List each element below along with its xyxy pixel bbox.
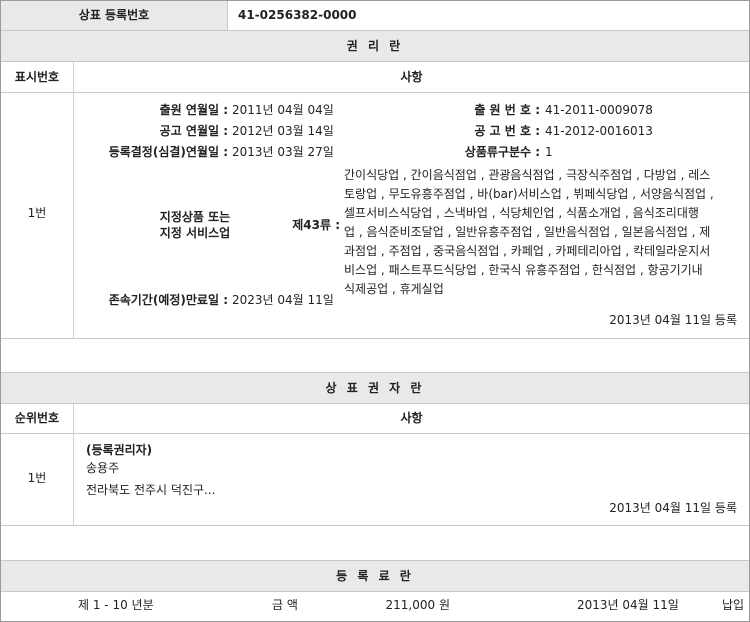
app-date-value: 2011년 04월 04일 — [232, 103, 334, 117]
pub-number-value: 41-2012-0016013 — [545, 124, 653, 138]
goods-label: 지정상품 또는 지정 서비스업 — [159, 210, 231, 240]
holder-role: (등록권리자) — [86, 443, 153, 457]
holder-name: 송용주 — [86, 461, 120, 475]
holders-col-no: 순위번호 — [14, 411, 60, 425]
rights-col-matter: 사항 — [400, 70, 423, 84]
fee-period: 제 1 - 10 년분 — [78, 598, 154, 612]
holder-address: 전라북도 전주시 덕진구... — [86, 483, 216, 497]
rights-row-number: 1번 — [27, 206, 47, 220]
document-frame — [0, 0, 750, 622]
holders-section-title: 상 표 권 자 란 — [1, 373, 749, 403]
class-count-label: 상품류구분수 : — [464, 145, 540, 159]
holders-col-matter: 사항 — [400, 411, 423, 425]
class-label: 제43류 : — [292, 218, 340, 232]
rights-col-no: 표시번호 — [14, 70, 60, 84]
expiry-date-label: 존속기간(예정)만료일 : — [108, 293, 228, 307]
reg-number-value: 41-0256382-0000 — [238, 8, 357, 22]
fee-amount-label: 금 액 — [272, 598, 298, 612]
pub-number-label: 공 고 번 호 : — [474, 124, 540, 138]
pub-date-label: 공고 연월일 : — [159, 124, 228, 138]
expiry-date-value: 2023년 04월 11일 — [232, 293, 334, 307]
rights-section-title: 권 리 란 — [1, 31, 749, 61]
class-count-value: 1 — [545, 145, 553, 159]
pub-date-value: 2012년 03월 14일 — [232, 124, 334, 138]
decision-date-value: 2013년 03월 27일 — [232, 145, 334, 159]
decision-date-label: 등록결정(심결)연월일 : — [108, 145, 228, 159]
holders-registration-note: 2013년 04월 11일 등록 — [609, 501, 737, 515]
rights-registration-note: 2013년 04월 11일 등록 — [609, 313, 737, 327]
app-number-value: 41-2011-0009078 — [545, 103, 653, 117]
fee-date: 2013년 04월 11일 — [577, 598, 679, 612]
fee-amount: 211,000 원 — [385, 598, 450, 612]
reg-number-label: 상표 등록번호 — [1, 1, 227, 30]
fee-status: 납입 — [722, 598, 745, 612]
app-date-label: 출원 연월일 : — [159, 103, 228, 117]
fees-section-title: 등 록 료 란 — [1, 561, 749, 591]
holders-row-number: 1번 — [27, 471, 47, 485]
designated-goods-list: 간이식당업 , 간이음식점업 , 관광음식점업 , 극장식주점업 , 다방업 ,… — [344, 168, 714, 296]
app-number-label: 출 원 번 호 : — [474, 103, 540, 117]
